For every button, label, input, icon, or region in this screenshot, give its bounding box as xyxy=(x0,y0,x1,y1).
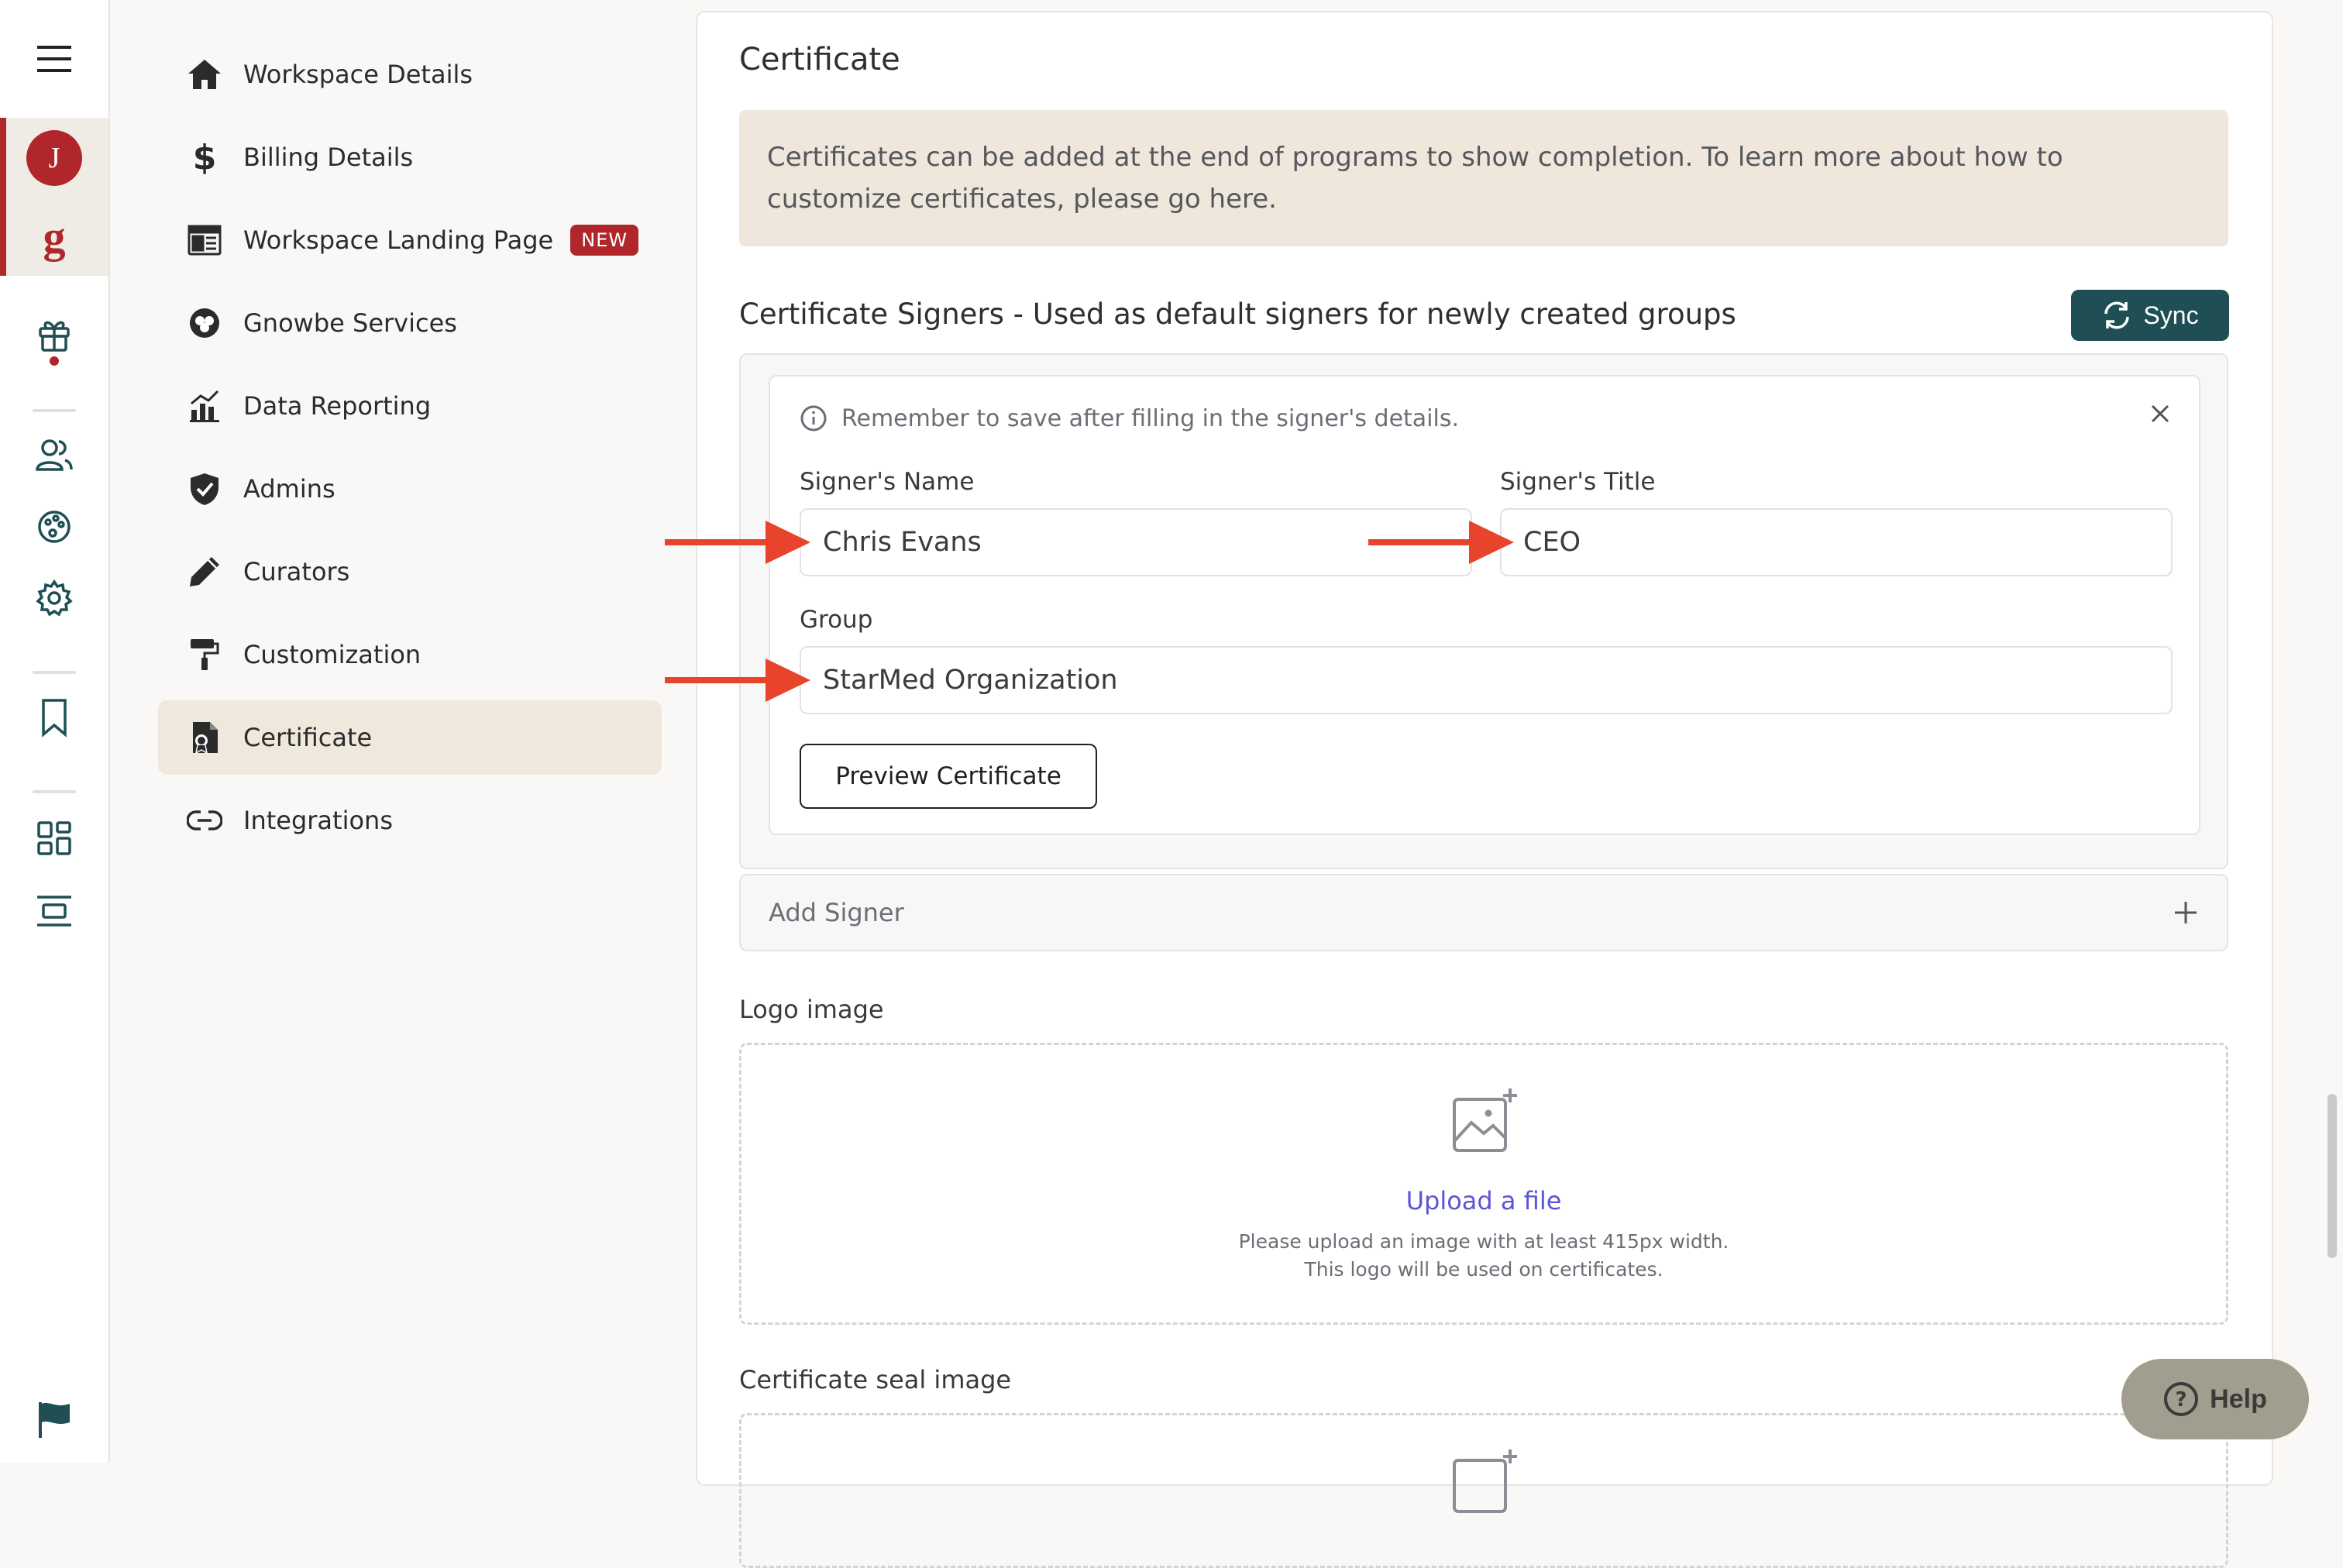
notification-dot xyxy=(50,356,59,366)
info-notice: Certificates can be added at the end of … xyxy=(739,110,2228,246)
logo-upload-dropzone[interactable]: Upload a file Please upload an image wit… xyxy=(739,1043,2228,1325)
layout-icon[interactable] xyxy=(0,886,108,936)
pencil-icon xyxy=(186,553,223,590)
scrollbar-thumb[interactable] xyxy=(2328,1094,2337,1258)
upload-help-text: Please upload an image with at least 415… xyxy=(1238,1230,1729,1281)
palette-icon[interactable] xyxy=(0,502,108,552)
services-icon xyxy=(186,304,223,342)
shield-icon xyxy=(186,470,223,507)
signer-card: Remember to save after filling in the si… xyxy=(769,375,2200,835)
svg-text:?: ? xyxy=(2176,1388,2187,1412)
upload-file-link[interactable]: Upload a file xyxy=(741,1186,2226,1216)
certificate-icon xyxy=(186,719,223,756)
certificate-panel: Certificate Certificates can be added at… xyxy=(696,11,2273,1568)
nav-item-billing-details[interactable]: $ Billing Details xyxy=(158,120,662,194)
close-icon[interactable] xyxy=(2149,403,2171,425)
nav-item-data-reporting[interactable]: Data Reporting xyxy=(158,369,662,443)
nav-item-gnowbe-services[interactable]: Gnowbe Services xyxy=(158,286,662,360)
question-icon: ? xyxy=(2163,1381,2199,1417)
group-label: Group xyxy=(800,606,873,634)
nav-item-certificate[interactable]: Certificate xyxy=(158,700,662,775)
avatar[interactable]: J xyxy=(26,130,82,186)
help-button[interactable]: ? Help xyxy=(2121,1359,2309,1439)
icon-rail: J g xyxy=(0,0,110,1463)
nav-item-customization[interactable]: Customization xyxy=(158,617,662,692)
annotation-arrow xyxy=(665,521,810,564)
settings-nav: Workspace Details $ Billing Details Work… xyxy=(158,37,662,866)
dashboard-icon[interactable] xyxy=(0,813,108,863)
plus-icon xyxy=(2173,899,2199,926)
signer-title-input[interactable] xyxy=(1500,508,2173,576)
home-icon xyxy=(186,56,223,93)
annotation-arrow xyxy=(665,658,810,702)
chart-icon xyxy=(186,387,223,425)
logo-image-label: Logo image xyxy=(739,995,884,1024)
group-input[interactable] xyxy=(800,646,2173,714)
hamburger-menu-icon[interactable] xyxy=(0,34,108,84)
image-upload-icon xyxy=(1448,1446,1519,1521)
sync-icon xyxy=(2101,300,2132,331)
add-signer-button[interactable]: Add Signer xyxy=(739,874,2228,951)
image-upload-icon xyxy=(1448,1085,1519,1160)
gear-icon[interactable] xyxy=(0,573,108,623)
seal-image-label: Certificate seal image xyxy=(739,1365,1012,1394)
nav-item-curators[interactable]: Curators xyxy=(158,535,662,609)
nav-item-workspace-landing-page[interactable]: Workspace Landing Page NEW xyxy=(158,203,662,277)
workspace-logo[interactable]: g xyxy=(43,215,66,260)
signer-name-label: Signer's Name xyxy=(800,468,975,496)
nav-item-integrations[interactable]: Integrations xyxy=(158,783,662,858)
signers-container: Remember to save after filling in the si… xyxy=(739,353,2228,869)
link-icon xyxy=(186,802,223,839)
flag-icon[interactable] xyxy=(0,1394,108,1444)
new-badge: NEW xyxy=(570,225,639,256)
nav-item-workspace-details[interactable]: Workspace Details xyxy=(158,37,662,112)
landing-page-icon xyxy=(186,222,223,259)
sync-button[interactable]: Sync xyxy=(2071,290,2229,341)
signer-title-label: Signer's Title xyxy=(1500,468,1656,496)
info-icon xyxy=(800,404,827,432)
bookmark-icon[interactable] xyxy=(0,693,108,742)
seal-upload-dropzone[interactable] xyxy=(739,1413,2228,1568)
dollar-icon: $ xyxy=(192,137,217,177)
annotation-arrow xyxy=(1368,521,1514,564)
reminder-message: Remember to save after filling in the si… xyxy=(800,404,1459,432)
paint-roller-icon xyxy=(186,636,223,673)
nav-item-admins[interactable]: Admins xyxy=(158,452,662,526)
signers-section-title: Certificate Signers - Used as default si… xyxy=(739,297,1736,331)
preview-certificate-button[interactable]: Preview Certificate xyxy=(800,744,1097,809)
gift-icon[interactable] xyxy=(0,310,108,359)
page-title: Certificate xyxy=(739,42,900,77)
users-icon[interactable] xyxy=(0,431,108,480)
